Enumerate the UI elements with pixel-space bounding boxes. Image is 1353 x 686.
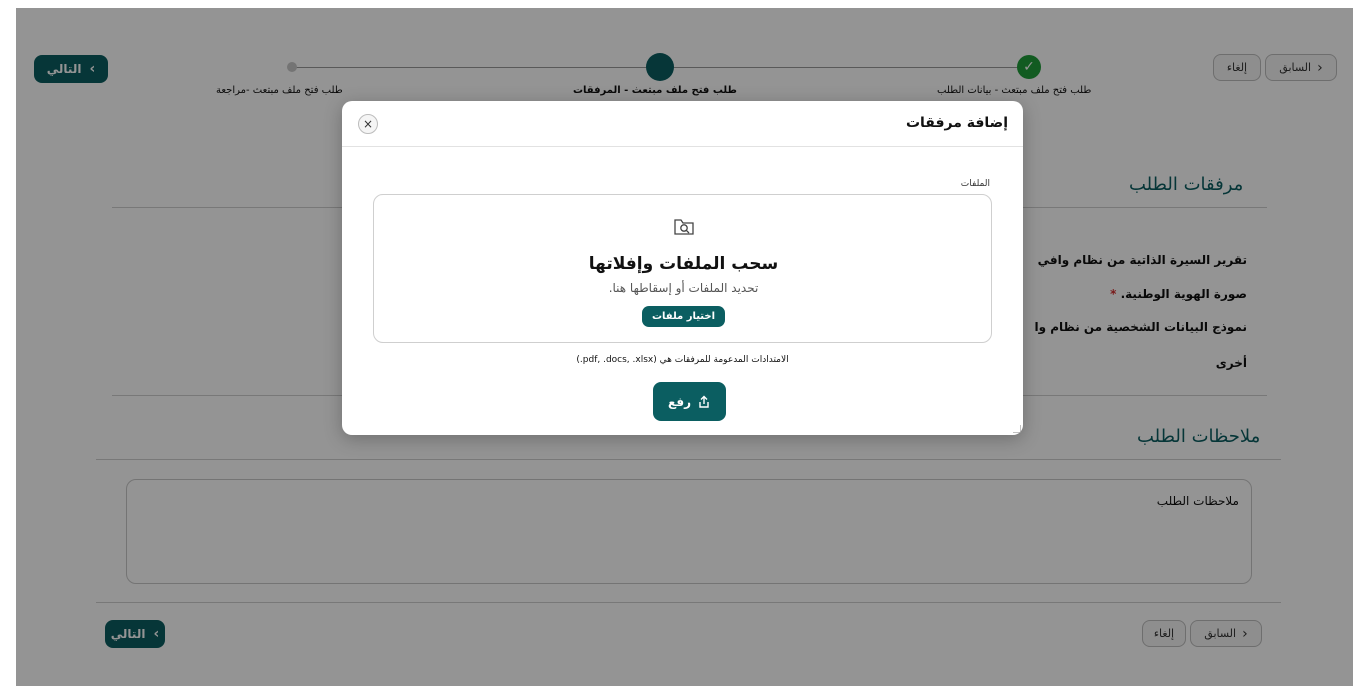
upload-button[interactable]: رفع bbox=[653, 382, 726, 421]
supported-extensions-note: الامتدادات المدعومة للمرفقات هي (pdf, .d… bbox=[576, 355, 789, 365]
dropzone-subtitle: تحديد الملفات أو إسقاطها هنا. bbox=[608, 281, 759, 295]
files-label: الملفات bbox=[960, 179, 990, 189]
upload-label: رفع bbox=[668, 394, 691, 409]
modal-divider bbox=[342, 146, 1023, 147]
dropzone-title: سحب الملفات وإفلاتها bbox=[588, 254, 779, 274]
upload-icon bbox=[699, 395, 709, 408]
close-button[interactable]: × bbox=[358, 114, 378, 134]
close-icon: × bbox=[362, 117, 374, 131]
file-dropzone[interactable]: سحب الملفات وإفلاتها تحديد الملفات أو إس… bbox=[373, 194, 992, 343]
left-edge bbox=[0, 0, 16, 686]
top-edge bbox=[0, 0, 1353, 8]
choose-files-button[interactable]: اختيار ملفات bbox=[642, 306, 725, 327]
add-attachments-modal: إضافة مرفقات × الملفات سحب الملفات وإفلا… bbox=[342, 101, 1023, 435]
modal-title: إضافة مرفقات bbox=[905, 115, 1008, 131]
folder-search-icon bbox=[674, 219, 694, 235]
resize-grip[interactable] bbox=[1013, 425, 1021, 433]
